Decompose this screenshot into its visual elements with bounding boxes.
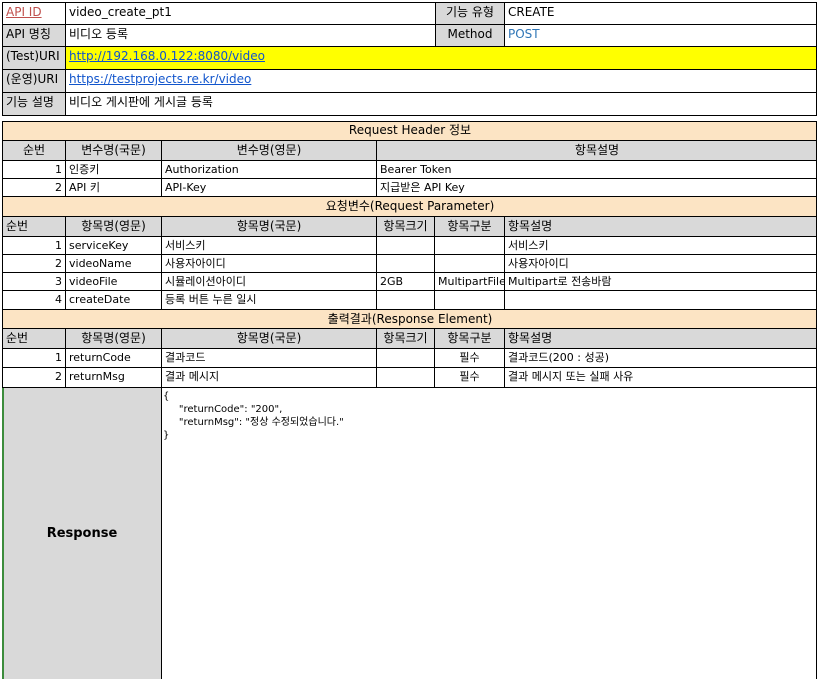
rh-row-no: 1 <box>55 163 62 176</box>
re-row-no: 2 <box>55 370 62 383</box>
prod-uri-label: (운영)URI <box>3 69 66 92</box>
re-row-desc: 결과 메시지 또는 실패 사유 <box>508 370 634 383</box>
rp-col-type: 항목구분 <box>435 217 504 236</box>
func-type-label: 기능 유형 <box>435 2 505 24</box>
rp-row-kor: 시뮬레이션아이디 <box>165 275 246 288</box>
rp-row-no: 1 <box>55 239 62 252</box>
prod-uri-link[interactable]: https://testprojects.re.kr/video <box>69 72 251 86</box>
rp-row-no: 3 <box>55 275 62 288</box>
rp-row-size <box>377 237 434 255</box>
re-col-eng: 항목명(영문) <box>66 329 161 348</box>
rp-col-desc: 항목설명 <box>505 217 817 236</box>
rp-col-eng: 항목명(영문) <box>66 217 161 236</box>
response-label: Response <box>46 526 118 541</box>
re-col-kor: 항목명(국문) <box>162 329 376 348</box>
rp-row-kor: 서비스키 <box>165 239 206 252</box>
re-row-desc: 결과코드(200 : 성공) <box>508 351 609 364</box>
selection-edge <box>2 388 4 679</box>
re-col-type: 항목구분 <box>435 329 504 348</box>
re-col-no: 순번 <box>3 329 65 348</box>
rp-row-type <box>435 255 504 273</box>
rh-row-kor: 인증키 <box>69 163 100 176</box>
re-row-eng: returnCode <box>69 351 131 364</box>
rp-row-type <box>435 291 504 309</box>
rp-row-desc: 사용자아이디 <box>508 257 569 270</box>
rh-row-eng: API-Key <box>165 181 207 194</box>
desc-label: 기능 설명 <box>3 92 66 115</box>
rp-row-desc: 서비스키 <box>508 239 549 252</box>
rh-row-desc: 지급받은 API Key <box>380 181 465 194</box>
response-body: { "returnCode": "200", "returnMsg": "정상 … <box>163 390 813 450</box>
re-row-type: 필수 <box>459 351 480 364</box>
test-uri-link[interactable]: http://192.168.0.122:8080/video <box>69 49 265 63</box>
rp-row-size <box>377 255 434 273</box>
api-name-value: 비디오 등록 <box>69 27 129 41</box>
rp-col-no: 순번 <box>3 217 65 236</box>
response-label-cell: Response <box>3 388 161 679</box>
api-name-label: API 명칭 <box>3 24 66 46</box>
rp-row-type <box>435 237 504 255</box>
response-line: "returnMsg": "정상 수정되었습니다." <box>163 417 344 428</box>
re-row-size <box>377 349 434 368</box>
request-header-title: Request Header 정보 <box>3 121 817 140</box>
api-id-label-text: API ID <box>6 5 42 19</box>
re-row-no: 1 <box>55 351 62 364</box>
re-col-desc: 항목설명 <box>505 329 817 348</box>
re-col-size: 항목크기 <box>377 329 434 348</box>
rp-row-eng: videoFile <box>69 275 118 288</box>
re-row-type: 필수 <box>459 370 480 383</box>
rh-row-kor: API 키 <box>69 181 101 194</box>
api-id-label: API ID <box>3 2 66 24</box>
test-uri-value: http://192.168.0.122:8080/video <box>66 46 817 69</box>
rp-row-no: 4 <box>55 293 62 306</box>
rp-row-eng: serviceKey <box>69 239 129 252</box>
rp-row-desc: Multipart로 전송바람 <box>508 275 612 288</box>
api-id-value: video_create_pt1 <box>69 5 172 19</box>
rp-row-eng: createDate <box>69 293 131 306</box>
rh-row-no: 2 <box>55 181 62 194</box>
method-label: Method <box>435 24 505 46</box>
rp-col-size: 항목크기 <box>377 217 434 236</box>
rp-row-eng: videoName <box>69 257 132 270</box>
rp-row-kor: 사용자아이디 <box>165 257 226 270</box>
response-element-title: 출력결과(Response Element) <box>3 310 817 328</box>
re-row-size <box>377 368 434 387</box>
method-value: POST <box>508 27 540 41</box>
rp-row-size <box>377 291 434 309</box>
re-row-eng: returnMsg <box>69 370 125 383</box>
rh-col-desc: 항목설명 <box>377 141 817 160</box>
rp-row-size: 2GB <box>380 275 404 288</box>
rh-col-kor: 변수명(국문) <box>66 141 161 160</box>
response-line: "returnCode": "200", <box>163 404 283 415</box>
response-line: } <box>163 430 170 441</box>
rh-row-desc: Bearer Token <box>380 163 452 176</box>
re-row-kor: 결과 메시지 <box>165 370 220 383</box>
rh-row-eng: Authorization <box>165 163 239 176</box>
func-type-value: CREATE <box>508 5 555 19</box>
rh-col-no: 순번 <box>3 141 65 160</box>
prod-uri-value: https://testprojects.re.kr/video <box>66 69 817 92</box>
test-uri-label: (Test)URI <box>3 46 66 69</box>
rp-row-no: 2 <box>55 257 62 270</box>
rp-row-desc <box>505 291 817 309</box>
rp-row-kor: 등록 버튼 누른 일시 <box>165 293 257 306</box>
rp-col-kor: 항목명(국문) <box>162 217 376 236</box>
rp-row-type: MultipartFile <box>438 275 504 288</box>
response-line: { <box>163 391 170 402</box>
desc-value: 비디오 게시판에 게시글 등록 <box>69 95 213 109</box>
rh-col-eng: 변수명(영문) <box>162 141 376 160</box>
request-param-title: 요청변수(Request Parameter) <box>3 197 817 216</box>
re-row-kor: 결과코드 <box>165 351 206 364</box>
